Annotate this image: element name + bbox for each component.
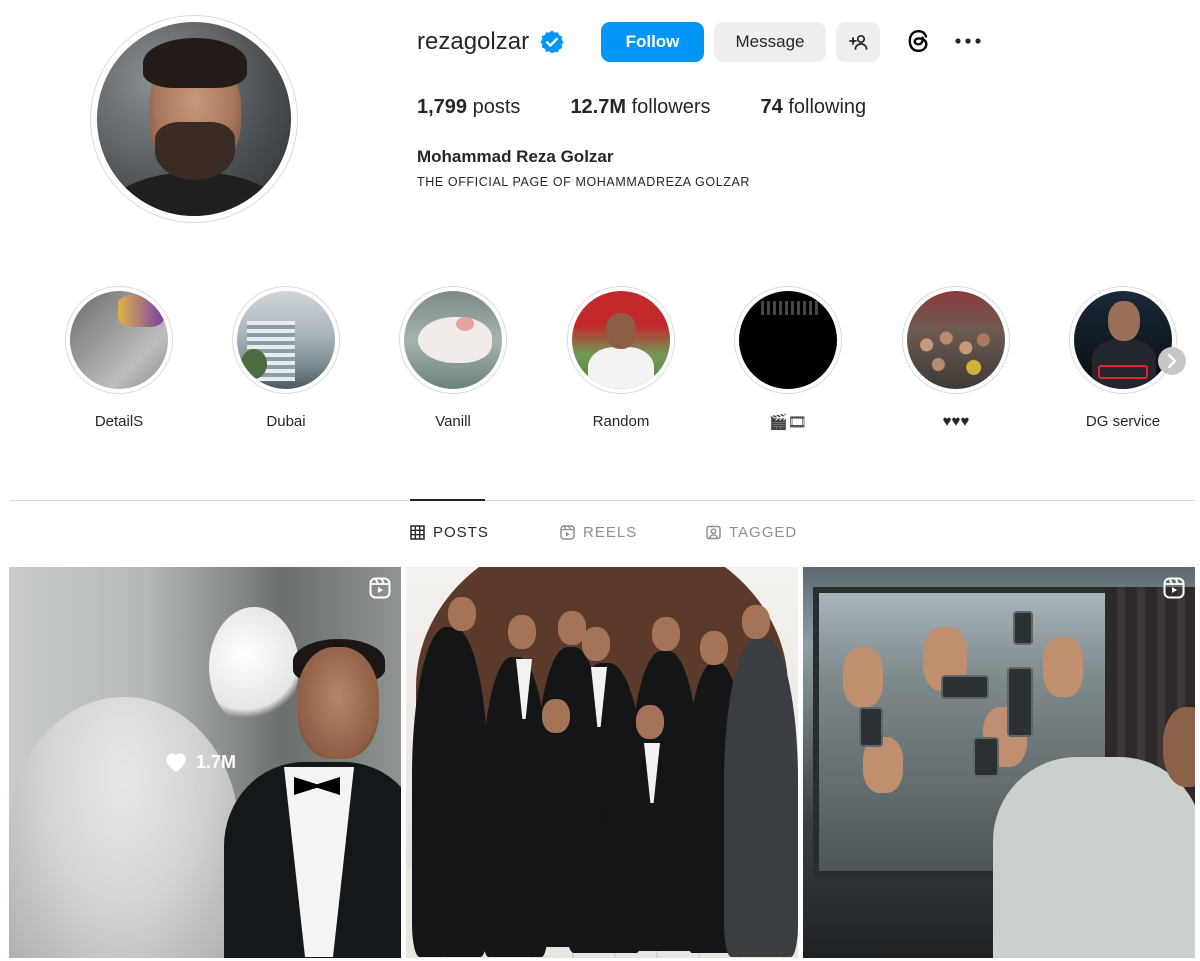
highlight-label: Dubai bbox=[266, 413, 306, 430]
highlight-item[interactable]: ♥♥♥ bbox=[901, 286, 1011, 430]
highlight-item[interactable]: Vanill bbox=[398, 286, 508, 430]
threads-icon[interactable] bbox=[902, 24, 936, 58]
tab-posts-label: POSTS bbox=[433, 524, 489, 541]
verified-badge-icon bbox=[540, 30, 564, 54]
highlight-cover bbox=[70, 291, 168, 389]
tab-reels-label: REELS bbox=[583, 524, 638, 541]
highlights-next-button[interactable] bbox=[1158, 347, 1186, 375]
avatar-image bbox=[97, 22, 291, 216]
posts-count-number: 1,799 bbox=[417, 96, 468, 118]
post-thumbnail[interactable] bbox=[406, 567, 798, 958]
followers-count-label: followers bbox=[631, 96, 711, 118]
suggest-accounts-button[interactable] bbox=[836, 22, 880, 62]
highlight-cover bbox=[572, 291, 670, 389]
post-thumbnail[interactable]: 1.7M bbox=[9, 567, 401, 958]
highlight-item[interactable]: Dubai bbox=[231, 286, 341, 430]
highlight-label: DG service bbox=[1085, 413, 1161, 430]
reel-badge-icon bbox=[1163, 577, 1185, 599]
tab-tagged[interactable]: TAGGED bbox=[706, 524, 797, 541]
posts-count-label: posts bbox=[472, 96, 521, 118]
likes-overlay: 1.7M bbox=[164, 751, 236, 773]
username: rezagolzar bbox=[417, 28, 530, 55]
reels-icon bbox=[560, 525, 575, 540]
likes-count: 1.7M bbox=[196, 751, 237, 772]
grid-icon bbox=[410, 525, 425, 540]
follow-button[interactable]: Follow bbox=[601, 22, 704, 62]
active-tab-indicator bbox=[410, 499, 485, 501]
followers-count-number: 12.7M bbox=[570, 96, 627, 118]
highlight-item[interactable]: DetailS bbox=[64, 286, 174, 430]
tab-posts[interactable]: POSTS bbox=[410, 524, 489, 541]
profile-full-name: Mohammad Reza Golzar bbox=[417, 147, 614, 166]
following-count[interactable]: 74 following bbox=[761, 96, 867, 119]
followers-count[interactable]: 12.7M followers bbox=[570, 96, 710, 119]
highlight-label: Vanill bbox=[435, 413, 471, 430]
profile-bio: THE OFFICIAL PAGE OF MOHAMMADREZA GOLZAR bbox=[417, 175, 751, 189]
tabs-divider bbox=[10, 500, 1195, 501]
following-count-label: following bbox=[788, 96, 867, 118]
message-button[interactable]: Message bbox=[714, 22, 826, 62]
posts-count: 1,799 posts bbox=[417, 96, 520, 119]
highlight-cover bbox=[907, 291, 1005, 389]
highlight-item[interactable]: 🎬🎞 bbox=[733, 286, 843, 431]
profile-avatar[interactable] bbox=[90, 15, 298, 223]
highlight-label: 🎬🎞 bbox=[769, 414, 807, 431]
highlight-label: Random bbox=[592, 413, 650, 430]
username-row: rezagolzar bbox=[417, 22, 565, 62]
post-thumbnail[interactable] bbox=[803, 567, 1195, 958]
highlight-cover bbox=[404, 291, 502, 389]
more-options-icon[interactable] bbox=[952, 30, 984, 52]
highlight-cover bbox=[237, 291, 335, 389]
highlight-label: ♥♥♥ bbox=[942, 413, 970, 430]
reel-badge-icon bbox=[369, 577, 391, 599]
profile-stats: 1,799 posts 12.7M followers 74 following bbox=[417, 96, 916, 119]
highlight-cover bbox=[1074, 291, 1172, 389]
heart-icon bbox=[166, 753, 186, 772]
tab-tagged-label: TAGGED bbox=[729, 524, 798, 541]
tab-reels[interactable]: REELS bbox=[560, 524, 637, 541]
following-count-number: 74 bbox=[760, 96, 783, 118]
highlight-label: DetailS bbox=[94, 413, 144, 430]
person-add-icon bbox=[849, 34, 868, 50]
tagged-icon bbox=[706, 525, 721, 540]
highlight-item[interactable]: Random bbox=[566, 286, 676, 430]
chevron-right-icon bbox=[1167, 354, 1177, 368]
highlight-cover bbox=[739, 291, 837, 389]
